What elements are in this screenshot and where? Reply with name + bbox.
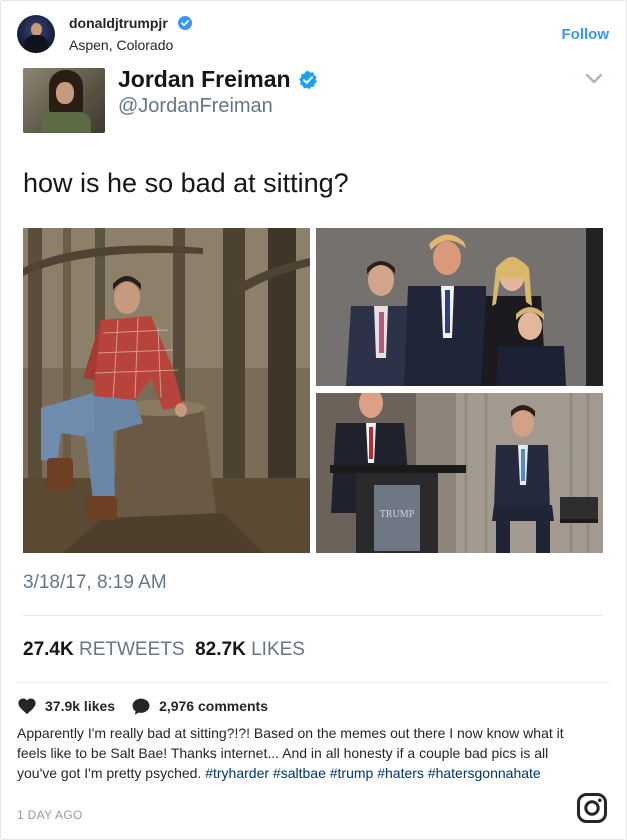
comments-count[interactable]: 2,976 comments [159, 698, 268, 714]
hashtag-link[interactable]: #tryharder [205, 765, 269, 781]
tweet-text: how is he so bad at sitting? [23, 168, 349, 198]
profile-avatar[interactable] [17, 15, 55, 53]
follow-button[interactable]: Follow [562, 26, 610, 43]
tweet-photo-family [316, 228, 603, 386]
likes-count[interactable]: 37.9k likes [45, 698, 115, 714]
hashtag-link[interactable]: #haters [377, 765, 424, 781]
tweet-author-avatar [23, 68, 105, 133]
post-time-ago: 1 DAY AGO [17, 808, 83, 822]
like-count: 82.7K [195, 639, 246, 660]
retweet-count: 27.4K [23, 639, 74, 660]
retweets-label: RETWEETS [78, 639, 185, 660]
divider [23, 615, 603, 616]
hashtag-link[interactable]: #hatersgonnahate [428, 765, 541, 781]
username-link[interactable]: donaldjtrumpjr [69, 15, 168, 31]
instagram-post-header: donaldjtrumpjr Aspen, Colorado Follow [0, 0, 627, 62]
location-link[interactable]: Aspen, Colorado [69, 37, 173, 53]
tweet-photo-stump [23, 228, 310, 553]
tweet-photo-podium: TRUMP [316, 393, 603, 553]
likes-label: LIKES [251, 639, 305, 660]
divider [16, 682, 611, 683]
tweet-stats: 27.4K RETWEETS 82.7K LIKES [23, 639, 305, 661]
tweet-author-name: Jordan Freiman [118, 66, 291, 92]
post-caption: Apparently I'm really bad at sitting?!?!… [17, 723, 577, 783]
engagement-row: 37.9k likes 2,976 comments [17, 696, 268, 716]
comment-bubble-icon[interactable] [131, 697, 151, 716]
twitter-verified-icon [299, 70, 317, 90]
heart-icon[interactable] [17, 697, 37, 715]
hashtag-link[interactable]: #trump [330, 765, 374, 781]
tweet-timestamp: 3/18/17, 8:19 AM [23, 572, 167, 593]
tweet-author-handle: @JordanFreiman [118, 95, 273, 117]
instagram-logo-icon[interactable] [576, 792, 608, 824]
verified-badge-icon [178, 16, 192, 30]
chevron-down-icon [585, 73, 603, 84]
podium-sign: TRUMP [380, 509, 415, 520]
hashtag-link[interactable]: #saltbae [273, 765, 326, 781]
